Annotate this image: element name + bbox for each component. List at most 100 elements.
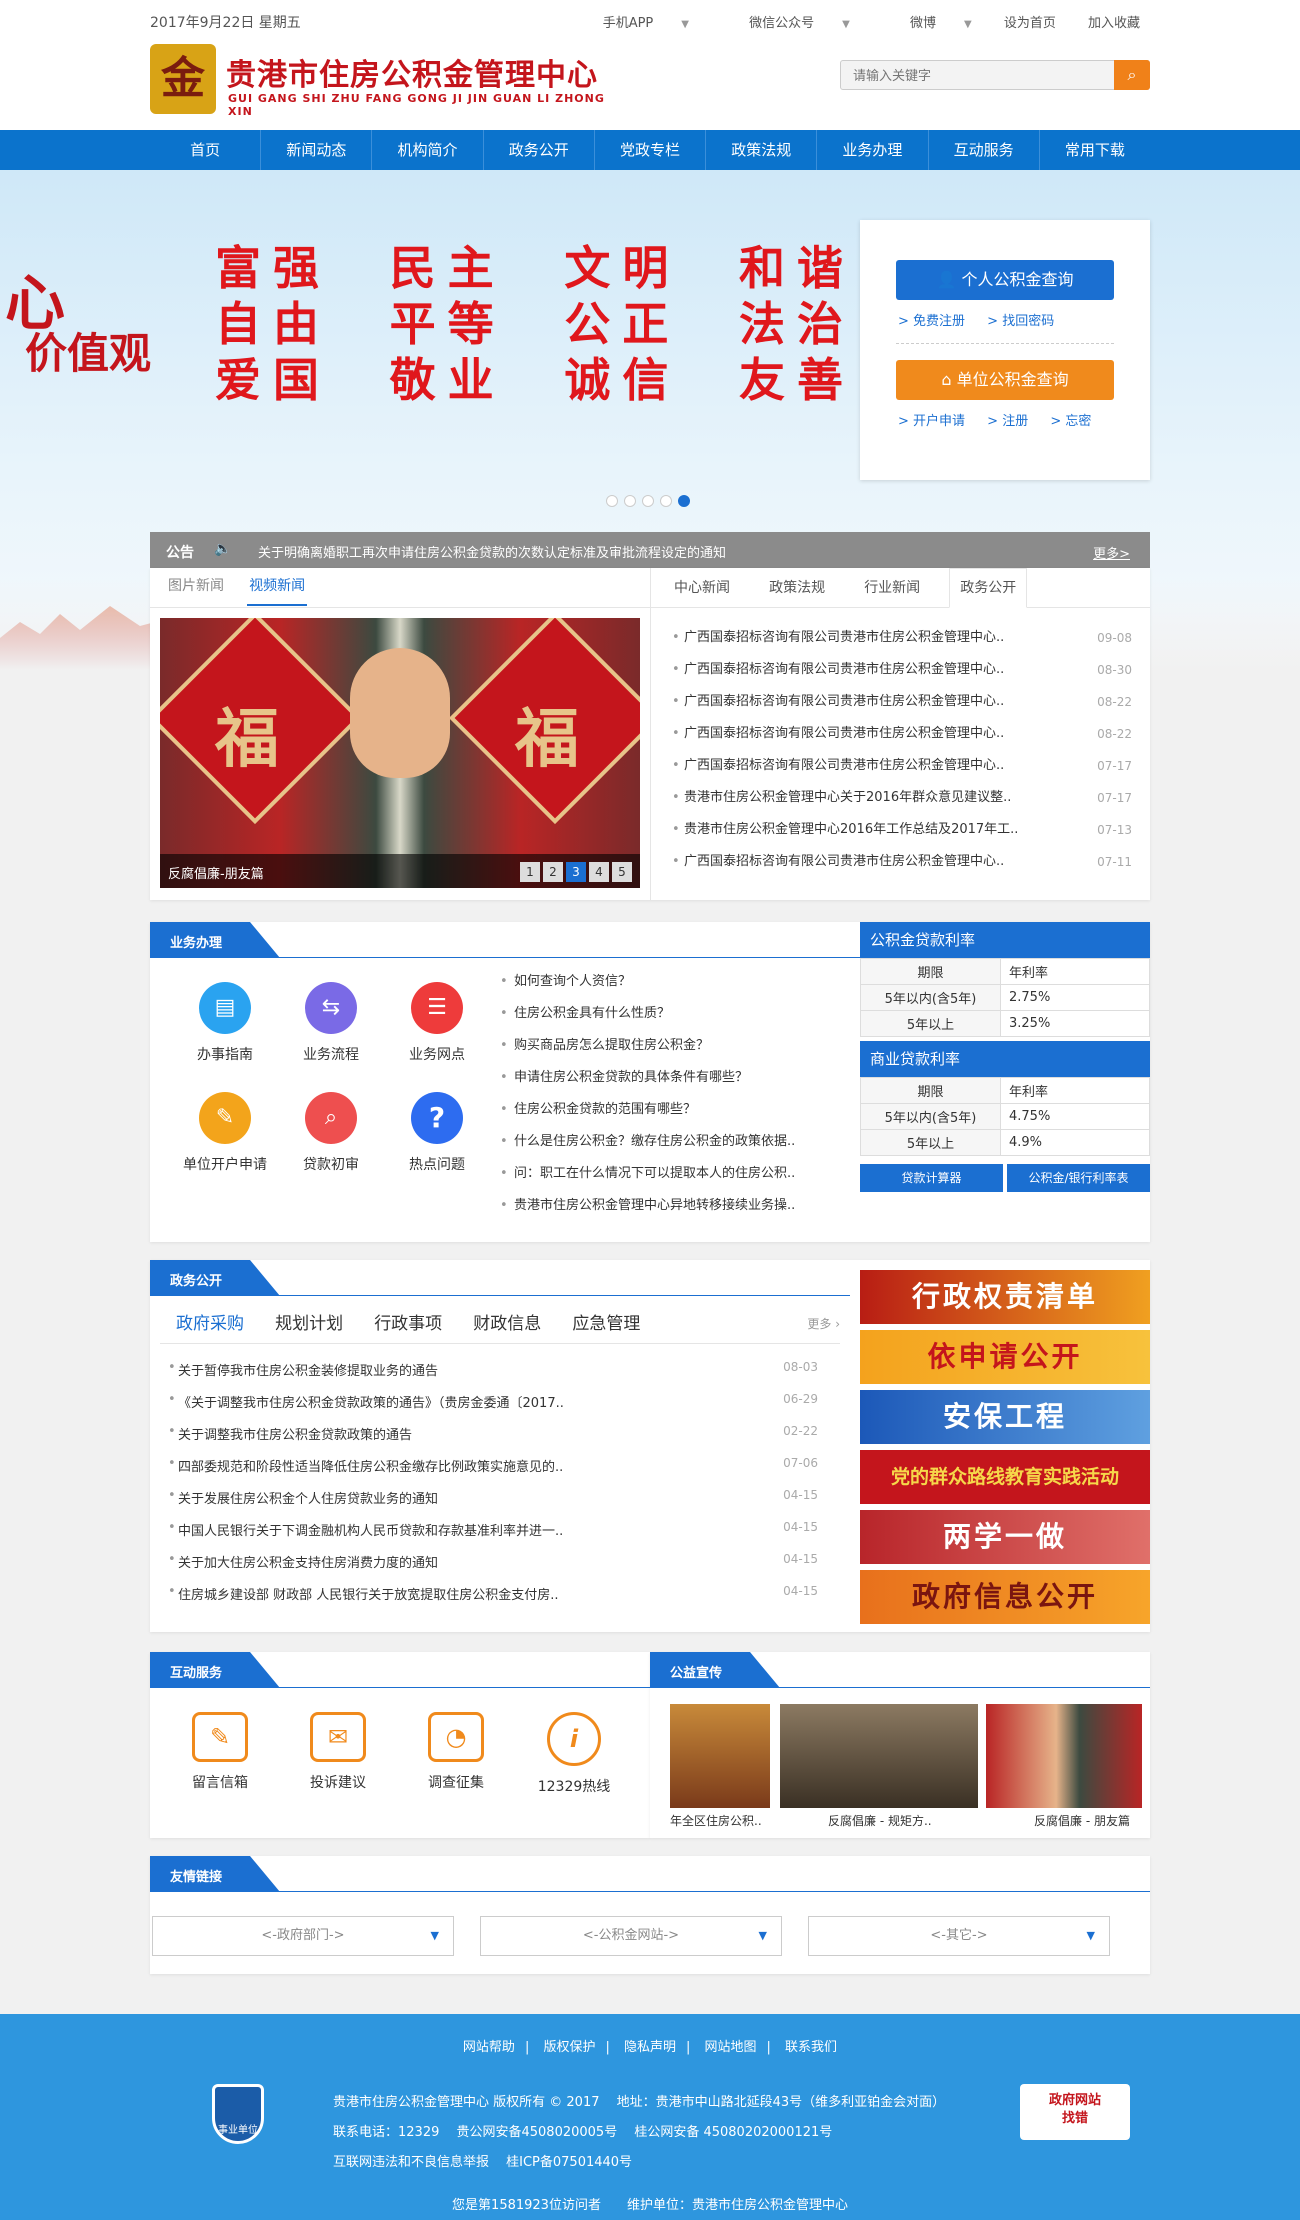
notice-text[interactable]: 关于明确离婚职工再次申请住房公积金贷款的次数认定标准及审批流程设定的通知 xyxy=(258,542,726,561)
footer-link-privacy[interactable]: 隐私声明 xyxy=(624,2040,676,2055)
unit-register-link[interactable]: > 注册 xyxy=(987,414,1028,429)
list-item[interactable]: 广西国泰招标咨询有限公司贵港市住房公积金管理中心..07-11 xyxy=(672,852,1132,884)
tab-finance[interactable]: 财政信息 xyxy=(473,1306,541,1342)
site-logo[interactable]: 金 贵港市住房公积金管理中心 GUI GANG SHI ZHU FANG GON… xyxy=(150,42,620,120)
other-select[interactable]: <-其它-> ▼ xyxy=(808,1916,1110,1956)
page-button-active[interactable]: 3 xyxy=(566,862,586,882)
survey-tile[interactable]: ◔ 调查征集 xyxy=(406,1712,506,1792)
child-fu-photo[interactable] xyxy=(986,1704,1142,1808)
complaint-tile[interactable]: ✉ 投诉建议 xyxy=(288,1712,388,1792)
guide-tile[interactable]: ▤ 办事指南 xyxy=(170,982,280,1064)
list-item[interactable]: 广西国泰招标咨询有限公司贵港市住房公积金管理中心..08-30 xyxy=(672,660,1132,692)
list-item[interactable]: 广西国泰招标咨询有限公司贵港市住房公积金管理中心..08-22 xyxy=(672,724,1132,756)
loan-calculator-button[interactable]: 贷款计算器 xyxy=(860,1164,1003,1192)
footer-link-help[interactable]: 网站帮助 xyxy=(463,2040,515,2055)
meeting-photo[interactable] xyxy=(670,1704,770,1808)
gov-more-link[interactable]: 更多 › xyxy=(807,1306,840,1342)
slide-dot-active[interactable] xyxy=(678,495,690,507)
search-button[interactable]: ⌕ xyxy=(1114,60,1150,90)
banner-power-list[interactable]: 行政权责清单 xyxy=(860,1270,1150,1324)
tab-center-news[interactable]: 中心新闻 xyxy=(664,569,740,607)
nav-item-business[interactable]: 业务办理 xyxy=(817,130,929,170)
unit-query-button[interactable]: ⌂ 单位公积金查询 xyxy=(896,360,1114,400)
tab-gov-affairs[interactable]: 政务公开 xyxy=(949,568,1028,608)
loan-review-tile[interactable]: ⌕ 贷款初审 xyxy=(276,1092,386,1174)
list-item[interactable]: 关于暂停我市住房公积金装修提取业务的通告08-03 xyxy=(168,1360,818,1392)
list-item[interactable]: 关于加大住房公积金支持住房消费力度的通知04-15 xyxy=(168,1552,818,1584)
photo-caption[interactable]: 反腐倡廉 - 朋友篇 xyxy=(1034,1812,1130,1829)
nav-item-news[interactable]: 新闻动态 xyxy=(261,130,373,170)
tab-planning[interactable]: 规划计划 xyxy=(275,1306,343,1342)
list-item[interactable]: 《关于调整我市住房公积金贷款政策的通告》（贵房金委通〔2017..06-29 xyxy=(168,1392,818,1424)
account-apply-link[interactable]: > 开户申请 xyxy=(898,414,965,429)
list-item[interactable]: 贵港市住房公积金管理中心关于2016年群众意见建议整..07-17 xyxy=(672,788,1132,820)
search-input[interactable] xyxy=(841,61,1111,89)
tab-photo-news[interactable]: 图片新闻 xyxy=(166,568,226,604)
footer-link-sitemap[interactable]: 网站地图 xyxy=(705,2040,757,2055)
process-tile[interactable]: ⇆ 业务流程 xyxy=(276,982,386,1064)
mobile-app-link[interactable]: 手机APP ▼ xyxy=(575,12,689,31)
footer-link-contact[interactable]: 联系我们 xyxy=(785,2040,837,2055)
tab-admin[interactable]: 行政事项 xyxy=(374,1306,442,1342)
list-item[interactable]: 关于调整我市住房公积金贷款政策的通告02-22 xyxy=(168,1424,818,1456)
page-button[interactable]: 4 xyxy=(589,862,609,882)
gjj-site-select[interactable]: <-公积金网站-> ▼ xyxy=(480,1916,782,1956)
tab-video-news[interactable]: 视频新闻 xyxy=(247,568,308,606)
notice-more-link[interactable]: 更多> xyxy=(1093,543,1130,562)
nav-item-gov-affairs[interactable]: 政务公开 xyxy=(484,130,595,170)
photo-caption[interactable]: 年全区住房公积.. xyxy=(670,1812,762,1829)
nav-item-home[interactable]: 首页 xyxy=(150,130,262,170)
faq-tile[interactable]: ? 热点问题 xyxy=(382,1092,492,1174)
footer-icp[interactable]: 互联网违法和不良信息举报 桂ICP备07501440号 xyxy=(333,2148,945,2178)
list-item[interactable]: 关于发展住房公积金个人住房贷款业务的通知04-15 xyxy=(168,1488,818,1520)
calligraphy-photo[interactable] xyxy=(780,1704,978,1808)
slide-dot[interactable] xyxy=(624,495,636,507)
open-account-tile[interactable]: ✎ 单位开户申请 xyxy=(170,1092,280,1174)
recover-password-link[interactable]: > 找回密码 xyxy=(987,314,1054,329)
nav-item-downloads[interactable]: 常用下载 xyxy=(1040,130,1150,170)
list-item[interactable]: 贵港市住房公积金管理中心2016年工作总结及2017年工..07-13 xyxy=(672,820,1132,852)
tab-policy[interactable]: 政策法规 xyxy=(759,569,835,607)
hotline-tile[interactable]: i 12329热线 xyxy=(524,1712,624,1796)
gov-dept-select[interactable]: <-政府部门-> ▼ xyxy=(152,1916,454,1956)
banner-mass-line[interactable]: 党的群众路线教育实践活动 xyxy=(860,1450,1150,1504)
weibo-link[interactable]: 微博 ▼ xyxy=(882,12,972,31)
tab-industry-news[interactable]: 行业新闻 xyxy=(854,569,930,607)
slide-dot[interactable] xyxy=(660,495,672,507)
banner-gov-info[interactable]: 政府信息公开 xyxy=(860,1570,1150,1624)
gov-site-error-badge[interactable]: 政府网站 找错 xyxy=(1020,2084,1130,2140)
nav-item-about[interactable]: 机构简介 xyxy=(372,130,484,170)
banner-security-project[interactable]: 安保工程 xyxy=(860,1390,1150,1444)
list-item[interactable]: 住房城乡建设部 财政部 人民银行关于放宽提取住房公积金支付房..04-15 xyxy=(168,1584,818,1616)
wechat-link[interactable]: 微信公众号 ▼ xyxy=(721,12,850,31)
institution-badge[interactable]: 事业单位 xyxy=(212,2084,264,2144)
outlets-tile[interactable]: ☰ 业务网点 xyxy=(382,982,492,1064)
list-item[interactable]: 四部委规范和阶段性适当降低住房公积金缴存比例政策实施意见的..07-06 xyxy=(168,1456,818,1488)
slide-dot[interactable] xyxy=(606,495,618,507)
forgot-password-link[interactable]: > 忘密 xyxy=(1050,414,1091,429)
rate-table-button[interactable]: 公积金/银行利率表 xyxy=(1007,1164,1150,1192)
banner-apply-disclosure[interactable]: 依申请公开 xyxy=(860,1330,1150,1384)
page-button[interactable]: 2 xyxy=(543,862,563,882)
news-photo[interactable]: 福 福 反腐倡廉-朋友篇 12345 xyxy=(160,618,640,888)
list-item[interactable]: 广西国泰招标咨询有限公司贵港市住房公积金管理中心..07-17 xyxy=(672,756,1132,788)
set-homepage-link[interactable]: 设为首页 xyxy=(1004,12,1056,31)
footer-link-copyright[interactable]: 版权保护 xyxy=(543,2040,595,2055)
register-link[interactable]: > 免费注册 xyxy=(898,314,965,329)
nav-item-policy[interactable]: 政策法规 xyxy=(706,130,818,170)
tab-emergency[interactable]: 应急管理 xyxy=(572,1306,640,1342)
add-favorite-link[interactable]: 加入收藏 xyxy=(1088,12,1140,31)
list-item[interactable]: 广西国泰招标咨询有限公司贵港市住房公积金管理中心..09-08 xyxy=(672,628,1132,660)
list-item[interactable]: 贵港市住房公积金管理中心异地转移接续业务操.. xyxy=(500,1196,980,1228)
photo-caption[interactable]: 反腐倡廉 - 规矩方.. xyxy=(828,1812,932,1829)
nav-item-interaction[interactable]: 互动服务 xyxy=(929,130,1040,170)
personal-query-button[interactable]: 👤 个人公积金查询 xyxy=(896,260,1114,300)
tab-procurement[interactable]: 政府采购 xyxy=(176,1306,244,1342)
list-item[interactable]: 中国人民银行关于下调金融机构人民币贷款和存款基准利率并进一..04-15 xyxy=(168,1520,818,1552)
nav-item-party[interactable]: 党政专栏 xyxy=(595,130,707,170)
banner-two-studies[interactable]: 两学一做 xyxy=(860,1510,1150,1564)
page-button[interactable]: 5 xyxy=(612,862,632,882)
page-button[interactable]: 1 xyxy=(520,862,540,882)
slide-dot[interactable] xyxy=(642,495,654,507)
list-item[interactable]: 广西国泰招标咨询有限公司贵港市住房公积金管理中心..08-22 xyxy=(672,692,1132,724)
